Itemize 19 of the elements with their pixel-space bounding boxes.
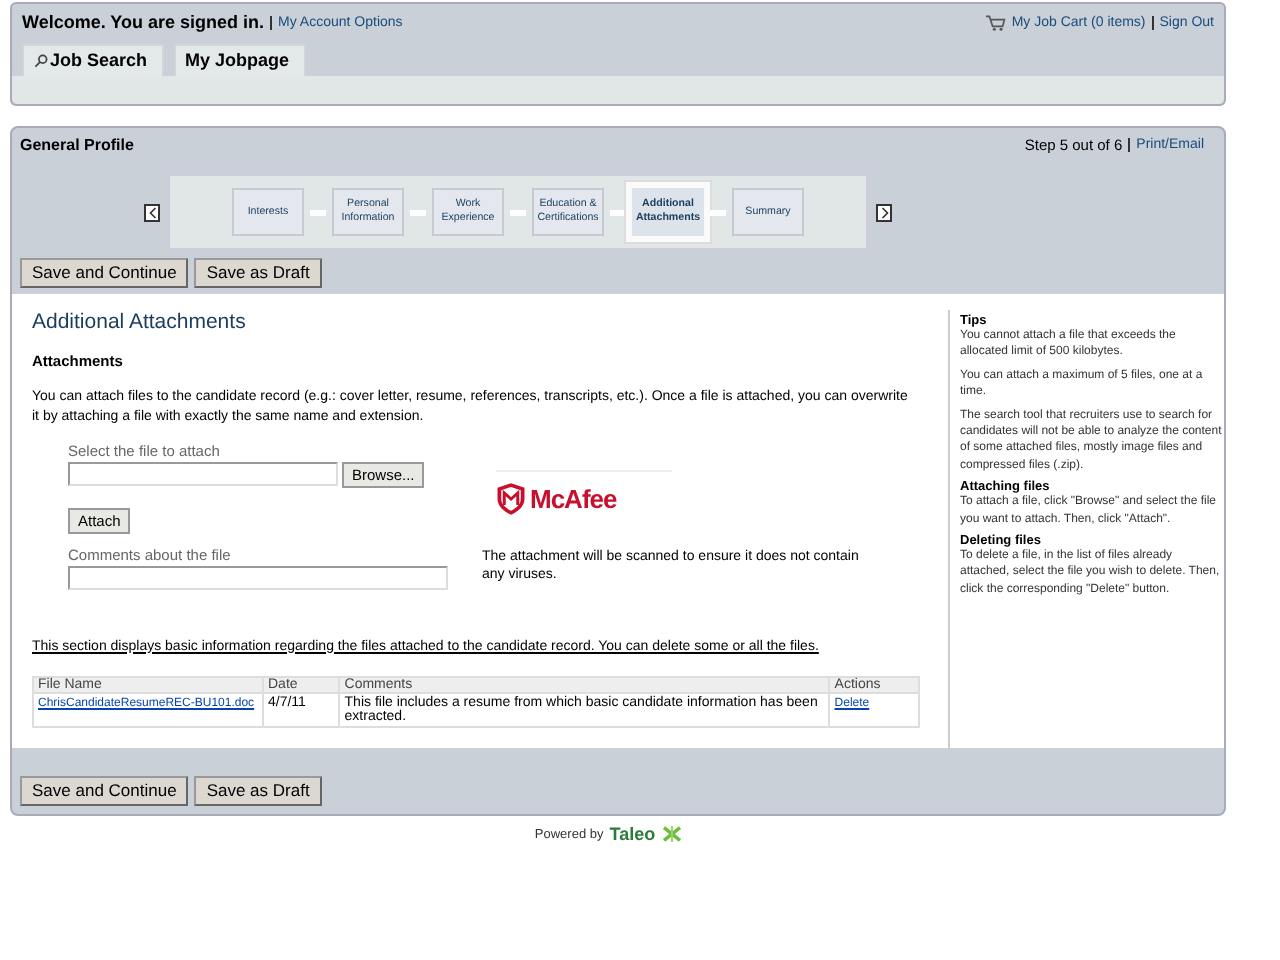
action-button[interactable]: Save as Draft — [194, 776, 322, 807]
search-icon — [34, 53, 48, 67]
section-title: Additional Attachments — [32, 310, 248, 334]
action-button[interactable]: Save and Continue — [20, 258, 189, 288]
file-input-field[interactable] — [68, 461, 338, 486]
cart-icon — [985, 13, 1006, 31]
brand-logo-text: Taleo — [609, 824, 656, 845]
tab[interactable]: My Jobpage — [173, 44, 306, 76]
star-burst-icon — [661, 826, 682, 843]
tab[interactable]: Job Search — [22, 44, 164, 76]
next-arrow-icon[interactable] — [876, 203, 892, 221]
brand-logo-text: McAfee — [530, 483, 617, 514]
action-button[interactable]: Save as Draft — [194, 258, 322, 288]
welcome-text: Welcome. You are signed in. — [22, 12, 265, 32]
panel-title: General Profile — [20, 136, 134, 154]
comments-input-field[interactable] — [68, 565, 448, 590]
previous-arrow-icon[interactable] — [144, 203, 160, 221]
shield-icon — [496, 481, 526, 516]
action-button[interactable]: Save and Continue — [20, 776, 189, 807]
